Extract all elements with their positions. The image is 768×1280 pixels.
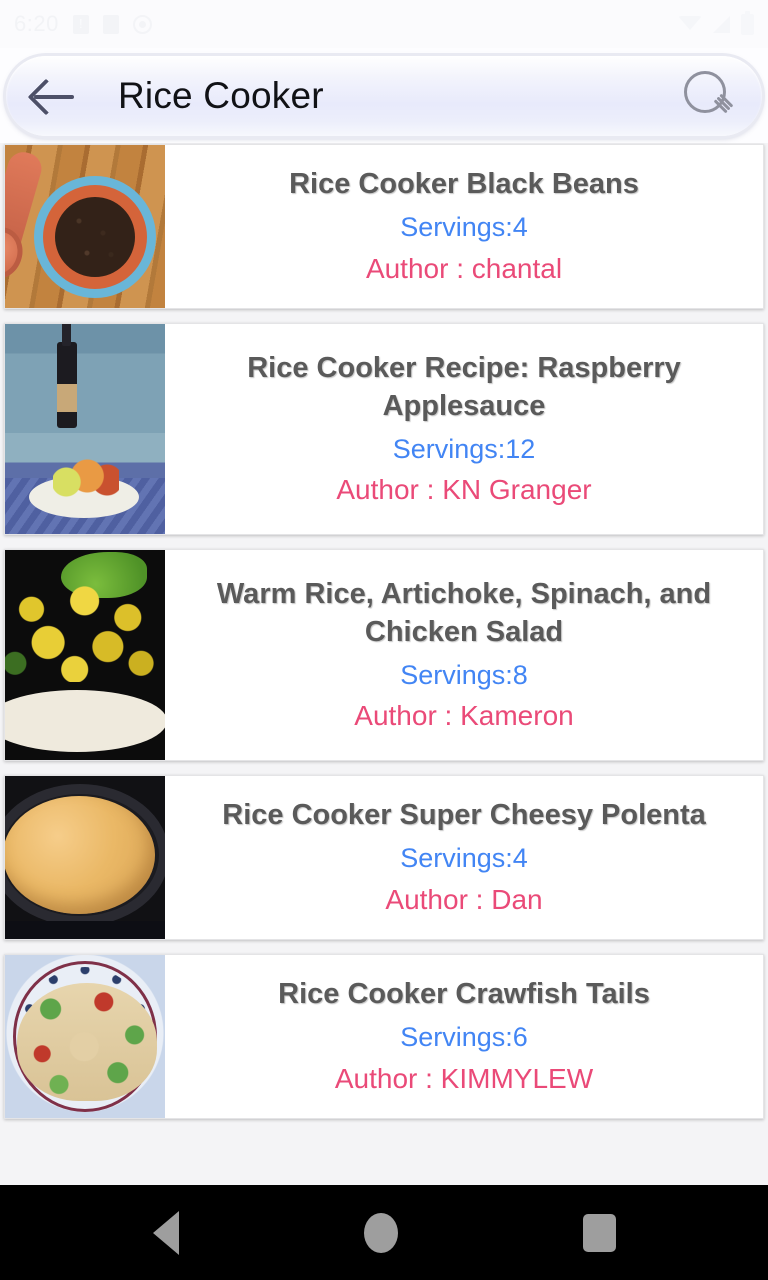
- recipe-servings: Servings:8: [400, 659, 528, 690]
- wine-bottle-shape: [57, 324, 77, 428]
- recipe-card[interactable]: Rice Cooker Recipe: Raspberry Applesauce…: [4, 323, 764, 535]
- status-clock: 6:20: [14, 11, 59, 36]
- recipe-author: Author : KIMMYLEW: [334, 1062, 594, 1094]
- black-beans-bowl-on-wood-board-photo: [5, 145, 165, 308]
- rice-pile-shape: [5, 578, 161, 682]
- plate-shape: [5, 690, 165, 752]
- recipe-card[interactable]: Warm Rice, Artichoke, Spinach, and Chick…: [4, 549, 764, 761]
- recipe-title: Rice Cooker Super Cheesy Polenta: [222, 799, 706, 832]
- recipe-card[interactable]: Rice Cooker Super Cheesy Polenta Serving…: [4, 775, 764, 940]
- recipe-servings: Servings:12: [392, 433, 536, 464]
- magnifier-icon[interactable]: [682, 69, 736, 123]
- search-results-list[interactable]: Rice Cooker Black Beans Servings:4 Autho…: [0, 143, 768, 1185]
- signal-icon: [713, 15, 730, 33]
- status-bar-right: [678, 0, 754, 48]
- yellow-rice-salad-on-plate-photo: [5, 550, 165, 760]
- battery-icon: [741, 10, 754, 35]
- recipe-thumbnail: [5, 145, 165, 308]
- recipe-thumbnail: [5, 550, 165, 760]
- recipe-thumbnail: [5, 324, 165, 534]
- nav-recents-icon[interactable]: [582, 1213, 616, 1252]
- recipe-details: Rice Cooker Super Cheesy Polenta Serving…: [165, 776, 763, 939]
- recipe-author: Author : chantal: [365, 252, 563, 284]
- recipe-title: Rice Cooker Crawfish Tails: [278, 978, 650, 1011]
- recipe-card[interactable]: Rice Cooker Black Beans Servings:4 Autho…: [4, 144, 764, 309]
- recipe-author: Author : Dan: [385, 883, 543, 915]
- recipe-details: Rice Cooker Crawfish Tails Servings:6 Au…: [165, 955, 763, 1118]
- back-arrow-icon[interactable]: [28, 74, 78, 118]
- recipe-author: Author : Kameron: [354, 700, 574, 732]
- sd-card-icon: [102, 14, 119, 34]
- bean-bowl-shape: [43, 185, 147, 289]
- recipe-servings: Servings:6: [400, 1021, 528, 1052]
- alarm-icon: [132, 14, 152, 34]
- status-bar: 6:20: [0, 0, 768, 48]
- recipe-details: Rice Cooker Recipe: Raspberry Applesauce…: [165, 324, 763, 534]
- status-bar-left: 6:20: [14, 13, 152, 35]
- app-root: 6:20 Rice Cooker R: [0, 0, 768, 1280]
- nav-home-icon[interactable]: [363, 1212, 398, 1253]
- recipe-title: Rice Cooker Black Beans: [289, 168, 639, 201]
- wifi-icon: [678, 16, 702, 30]
- app-bar: Rice Cooker: [0, 48, 768, 143]
- recipe-servings: Servings:4: [400, 211, 528, 242]
- recipe-author: Author : KN Granger: [336, 474, 592, 506]
- search-bar[interactable]: Rice Cooker: [6, 56, 762, 136]
- recipe-card[interactable]: Rice Cooker Crawfish Tails Servings:6 Au…: [4, 954, 764, 1119]
- recipe-thumbnail: [5, 955, 165, 1118]
- wine-bottle-and-fruit-plate-by-sea-photo: [5, 324, 165, 534]
- cheesy-polenta-in-rice-cooker-photo: [5, 776, 165, 939]
- search-input[interactable]: Rice Cooker: [78, 75, 682, 117]
- recipe-thumbnail: [5, 776, 165, 939]
- fried-rice-pile-shape: [17, 983, 157, 1101]
- recipe-title: Rice Cooker Recipe: Raspberry Applesauce: [247, 351, 681, 423]
- cooker-base-shape: [5, 921, 165, 939]
- recipe-servings: Servings:4: [400, 842, 528, 873]
- recipe-details: Warm Rice, Artichoke, Spinach, and Chick…: [165, 550, 763, 760]
- sim-alert-icon: [72, 14, 89, 34]
- recipe-title: Warm Rice, Artichoke, Spinach, and Chick…: [216, 577, 712, 649]
- nav-back-icon[interactable]: [152, 1210, 179, 1255]
- fruit-shape: [53, 458, 119, 498]
- crawfish-fried-rice-on-blue-plate-photo: [5, 955, 165, 1118]
- android-navigation-bar: [0, 1185, 768, 1280]
- recipe-details: Rice Cooker Black Beans Servings:4 Autho…: [165, 145, 763, 308]
- wooden-spoon-shape: [5, 148, 46, 262]
- polenta-shape: [5, 796, 155, 914]
